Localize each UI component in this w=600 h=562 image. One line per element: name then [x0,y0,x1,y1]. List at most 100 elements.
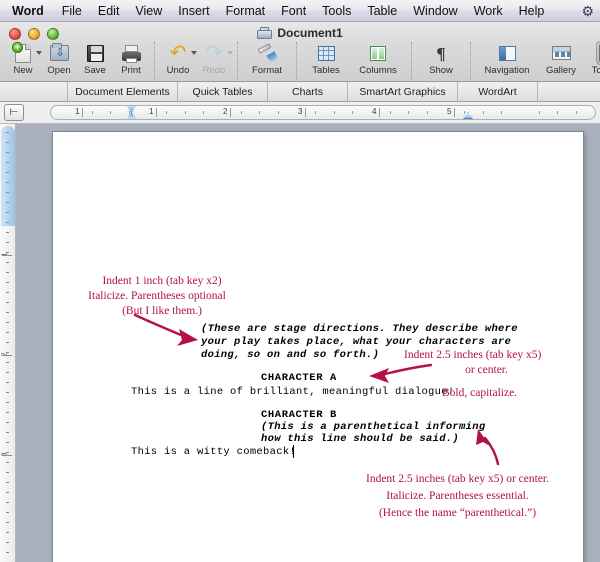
vertical-ruler-margin [1,126,15,226]
vertical-ruler-tick [6,282,9,283]
vertical-ruler-major-tick [2,355,12,356]
document-page[interactable]: (These are stage directions. They descri… [53,132,583,562]
window-title: Document1 [277,26,343,40]
toolbar-group-tables: Tables Columns [297,42,412,82]
document-icon [257,26,273,40]
tables-button-label: Tables [312,65,340,76]
vertical-ruler-tick [6,262,9,263]
menu-item-font[interactable]: Font [273,0,314,22]
vertical-ruler-tick [6,312,9,313]
horizontal-ruler[interactable]: 1123457 [50,105,596,120]
vertical-ruler-tick [6,342,9,343]
gallery-icon [551,42,571,64]
menu-item-format[interactable]: Format [218,0,274,22]
vertical-ruler-tick [6,132,9,133]
show-button[interactable]: ¶ Show [417,42,465,77]
save-button[interactable]: Save [77,42,113,76]
ruler-minor-tick [166,111,168,114]
print-button[interactable]: Print [113,42,149,76]
menu-item-view[interactable]: View [127,0,170,22]
tables-button[interactable]: Tables [302,42,350,76]
ruler-minor-tick [333,111,335,114]
navigation-pane-icon [498,42,516,64]
vertical-ruler-tick [6,362,9,363]
columns-button[interactable]: Columns [350,42,406,76]
ruler-minor-tick [482,111,484,114]
table-grid-icon [317,42,335,64]
redo-button[interactable]: ↷ Redo [196,42,233,76]
flag-icon[interactable]: ⚙ [581,0,594,22]
undo-button[interactable]: ↶ Undo [160,42,197,76]
vertical-ruler-tick [6,332,9,333]
menu-item-help[interactable]: Help [511,0,553,22]
vertical-ruler-tick [6,182,9,183]
format-button[interactable]: Format [243,42,291,76]
ruler-minor-tick [259,111,261,114]
vertical-ruler-tick [6,212,9,213]
vertical-ruler-tick [6,152,9,153]
vertical-ruler-major-tick [2,455,12,456]
toolbar-group-file: + New ⇩ Open Save Print [0,41,155,82]
gallery-button-label: Gallery [545,65,577,76]
ruler-minor-tick [240,111,242,114]
ruler-minor-tick [389,111,391,114]
menu-item-tools[interactable]: Tools [314,0,359,22]
tab-stop-selector-icon[interactable]: ⊢ [4,104,24,121]
menu-item-file[interactable]: File [54,0,90,22]
elements-gallery-tabstrip: Document Elements Quick Tables Charts Sm… [0,82,600,102]
vertical-ruler-tick [6,402,9,403]
ruler-minor-tick [538,111,540,114]
menu-item-window[interactable]: Window [405,0,465,22]
tab-wordart[interactable]: WordArt [458,82,538,101]
menu-item-work[interactable]: Work [466,0,511,22]
toolbar-group-panes: Navigation Gallery i Toolbox [471,41,600,82]
ruler-minor-tick [128,111,130,114]
ruler-major-tick [379,108,380,117]
menu-item-edit[interactable]: Edit [90,0,128,22]
vertical-ruler-tick [6,192,9,193]
vertical-ruler-major-tick [2,255,12,256]
toolbar: Document1 + New ⇩ Open Save Print ↶ Undo… [0,22,600,82]
ruler-minor-tick [408,111,410,114]
vertical-ruler-tick [6,422,9,423]
vertical-ruler-tick [6,412,9,413]
vertical-ruler-tick [6,162,9,163]
pilcrow-icon: ¶ [436,43,446,63]
navigation-button[interactable]: Navigation [476,42,538,76]
tab-charts[interactable]: Charts [268,82,348,101]
ruler-minor-tick [352,111,354,114]
undo-arrow-icon: ↶ [169,42,187,64]
redo-menu-caret-icon[interactable] [227,51,233,55]
open-button[interactable]: ⇩ Open [41,42,77,76]
columns-icon [370,42,386,64]
toolbox-button[interactable]: i Toolbox [584,41,600,76]
ruler-minor-tick [557,111,559,114]
vertical-ruler-tick [6,222,9,223]
ruler-minor-tick [91,111,93,114]
vertical-ruler-tick [6,492,9,493]
save-button-label: Save [84,65,106,76]
menu-item-insert[interactable]: Insert [170,0,217,22]
tab-smartart-graphics[interactable]: SmartArt Graphics [348,82,458,101]
vertical-ruler-tick [6,382,9,383]
vertical-ruler-tick [6,302,9,303]
print-button-label: Print [121,65,141,76]
ruler-minor-tick [184,111,186,114]
ruler-minor-tick [575,111,577,114]
vertical-ruler-tick [6,172,9,173]
gallery-button[interactable]: Gallery [538,42,584,76]
vertical-ruler[interactable]: 123 [0,124,16,562]
ruler-minor-tick [426,111,428,114]
new-button-label: New [13,65,33,76]
tab-document-elements[interactable]: Document Elements [68,82,178,101]
window-title-bar: Document1 [0,26,600,40]
tab-quick-tables[interactable]: Quick Tables [178,82,268,101]
ruler-number-label: 1 [149,107,154,116]
new-button[interactable]: + New [5,41,42,76]
menu-item-table[interactable]: Table [359,0,405,22]
toolbar-group-history: ↶ Undo ↷ Redo [155,42,238,82]
vertical-ruler-tick [6,202,9,203]
vertical-ruler-tick [6,392,9,393]
format-button-label: Format [251,65,283,76]
menu-item-word[interactable]: Word [8,0,54,22]
